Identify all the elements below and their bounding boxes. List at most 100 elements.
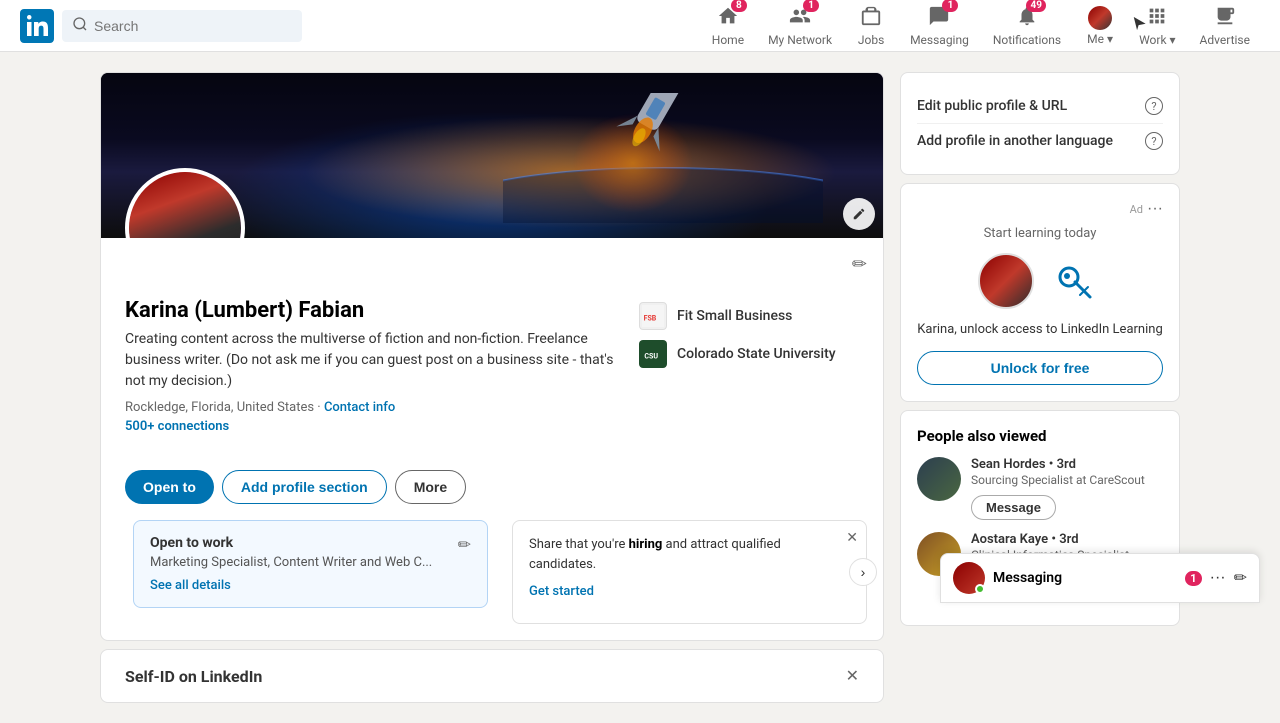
sean-info: Sean Hordes • 3rd Sourcing Specialist at…	[971, 457, 1163, 520]
messaging-online-indicator	[975, 584, 985, 594]
key-icon	[1046, 253, 1102, 309]
profile-edit-button[interactable]: ✏	[852, 254, 867, 275]
connections-count[interactable]: 500+ connections	[125, 419, 619, 434]
notifications-icon-wrap: 49	[1016, 5, 1038, 31]
home-label: Home	[712, 33, 744, 47]
profile-actions: Open to Add profile section More	[101, 462, 883, 520]
more-button[interactable]: More	[395, 470, 466, 504]
nav-items: 8 Home 1 My Network Jobs 1 Messaging	[702, 0, 1260, 52]
home-icon-wrap: 8	[717, 5, 739, 31]
add-language-label: Add profile in another language	[917, 133, 1113, 149]
network-label: My Network	[768, 33, 832, 47]
company-logo-csu: CSU	[639, 340, 667, 368]
self-id-title: Self-ID on LinkedIn	[125, 667, 262, 686]
messaging-compose-button[interactable]: ✏	[1234, 568, 1247, 588]
profile-info: ✏ Karina (Lumbert) Fabian Creating conte…	[101, 238, 883, 462]
contact-info-link[interactable]: Contact info	[324, 400, 395, 415]
notifications-label: Notifications	[993, 33, 1061, 47]
notifications-badge: 49	[1026, 0, 1045, 12]
get-started-link[interactable]: Get started	[529, 584, 594, 599]
search-input[interactable]	[94, 18, 292, 34]
messaging-label: Messaging	[910, 33, 969, 47]
next-card-button[interactable]: ›	[849, 558, 877, 586]
jobs-icon-wrap	[860, 5, 882, 31]
hiring-card-text: Share that you're hiring and attract qua…	[529, 535, 850, 574]
ad-learn-text: Start learning today	[917, 226, 1163, 241]
add-language-help-icon[interactable]: ?	[1145, 132, 1163, 150]
sean-avatar	[917, 457, 961, 501]
nav-jobs[interactable]: Jobs	[846, 0, 896, 52]
right-column: Edit public profile & URL ? Add profile …	[900, 72, 1180, 703]
add-language-row[interactable]: Add profile in another language ?	[917, 124, 1163, 158]
edit-profile-url-row[interactable]: Edit public profile & URL ?	[917, 89, 1163, 124]
main-content: ✏ Karina (Lumbert) Fabian Creating conte…	[0, 52, 1280, 723]
avatar-wrap	[125, 168, 245, 238]
nav-notifications[interactable]: 49 Notifications	[983, 0, 1071, 52]
sean-title: Sourcing Specialist at CareScout	[971, 472, 1163, 489]
company-name-fit: Fit Small Business	[677, 308, 792, 324]
messaging-avatar	[953, 562, 985, 594]
sean-message-button[interactable]: Message	[971, 495, 1056, 520]
company-logo-fit: FSB	[639, 302, 667, 330]
self-id-close-button[interactable]: ✕	[846, 666, 859, 686]
company-row-1: FSB Fit Small Business	[639, 302, 859, 330]
cards-row: Open to work Marketing Specialist, Conte…	[117, 520, 867, 624]
network-badge: 1	[803, 0, 819, 12]
profile-name: Karina (Lumbert) Fabian	[125, 298, 619, 323]
person-row-sean: Sean Hordes • 3rd Sourcing Specialist at…	[917, 457, 1163, 520]
jobs-label: Jobs	[858, 33, 884, 47]
ad-card: Ad ··· Start learning today Karina, unlo…	[900, 183, 1180, 402]
company-name-csu: Colorado State University	[677, 346, 836, 362]
edit-profile-help-icon[interactable]: ?	[1145, 97, 1163, 115]
aostara-name: Aostara Kaye • 3rd	[971, 532, 1163, 547]
hiring-card: ✕ Share that you're hiring and attract q…	[512, 520, 867, 624]
nav-home[interactable]: 8 Home	[702, 0, 754, 52]
self-id-card: Self-ID on LinkedIn ✕	[100, 649, 884, 703]
navbar: 8 Home 1 My Network Jobs 1 Messaging	[0, 0, 1280, 52]
nav-me[interactable]: Me ▾	[1075, 0, 1125, 52]
nav-messaging[interactable]: 1 Messaging	[900, 0, 979, 52]
open-to-work-content: Open to work Marketing Specialist, Conte…	[150, 535, 432, 593]
ad-user-avatar	[978, 253, 1034, 309]
ad-label: Ad	[1130, 203, 1143, 216]
nav-work[interactable]: Work ▾	[1129, 0, 1185, 52]
profile-bio: Creating content across the multiverse o…	[125, 329, 619, 392]
ad-message: Karina, unlock access to LinkedIn Learni…	[917, 321, 1163, 339]
messaging-bar: Messaging 1 ··· ✏	[940, 553, 1260, 603]
ad-header: Ad ···	[917, 200, 1163, 218]
messaging-bar-label: Messaging	[993, 570, 1177, 586]
cover-edit-button[interactable]	[843, 198, 875, 230]
home-badge: 8	[731, 0, 747, 12]
messaging-more-button[interactable]: ···	[1210, 569, 1226, 587]
people-also-viewed-title: People also viewed	[917, 427, 1163, 445]
left-column: ✏ Karina (Lumbert) Fabian Creating conte…	[100, 72, 884, 703]
open-to-work-title: Open to work	[150, 535, 432, 551]
add-profile-section-button[interactable]: Add profile section	[222, 470, 387, 504]
nav-advertise[interactable]: Advertise	[1190, 0, 1260, 52]
svg-text:CSU: CSU	[644, 352, 658, 361]
advertise-label: Advertise	[1200, 33, 1250, 47]
messaging-bar-icons: ··· ✏	[1210, 568, 1247, 588]
open-to-work-edit-button[interactable]: ✏	[458, 535, 471, 555]
open-to-work-subtitle: Marketing Specialist, Content Writer and…	[150, 555, 432, 570]
nav-my-network[interactable]: 1 My Network	[758, 0, 842, 52]
edit-profile-url-label: Edit public profile & URL	[917, 98, 1067, 114]
open-to-button[interactable]: Open to	[125, 470, 214, 504]
search-bar[interactable]	[62, 10, 302, 42]
profile-card: ✏ Karina (Lumbert) Fabian Creating conte…	[100, 72, 884, 641]
profile-location: Rockledge, Florida, United States · Cont…	[125, 400, 619, 415]
ad-avatars	[917, 253, 1163, 309]
unlock-button[interactable]: Unlock for free	[917, 351, 1163, 385]
messaging-bar-badge: 1	[1185, 571, 1201, 586]
linkedin-logo[interactable]	[20, 9, 54, 43]
hiring-card-close-button[interactable]: ✕	[846, 529, 858, 546]
advertise-icon-wrap	[1214, 5, 1236, 31]
my-network-icon-wrap: 1	[789, 5, 811, 31]
company-row-2: CSU Colorado State University	[639, 340, 859, 368]
edit-profile-card: Edit public profile & URL ? Add profile …	[900, 72, 1180, 175]
me-icon-wrap	[1088, 6, 1112, 30]
see-all-details-link[interactable]: See all details	[150, 578, 231, 593]
work-icon-wrap	[1146, 5, 1168, 31]
avatar	[125, 168, 245, 238]
ad-more-button[interactable]: ···	[1147, 200, 1163, 218]
